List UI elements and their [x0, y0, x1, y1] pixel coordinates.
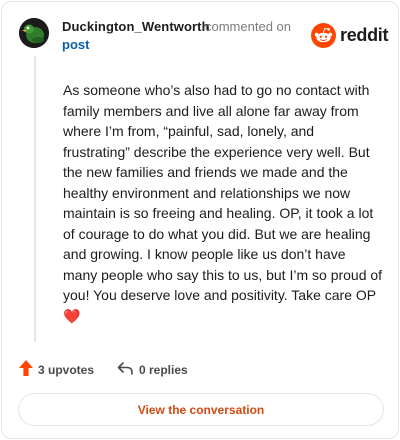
reddit-snoo-icon [311, 22, 336, 48]
reddit-wordmark: reddit [340, 24, 389, 45]
replies-action[interactable]: 0 replies [117, 361, 188, 379]
post-link[interactable]: post [62, 37, 89, 52]
comment-body-text: As someone who’s also had to go no conta… [63, 82, 383, 303]
upvote-count: 3 upvotes [38, 363, 95, 377]
comment-embed-card: Duckington_Wentworth commented on post r… [1, 1, 399, 439]
reddit-brand[interactable]: reddit [311, 22, 389, 48]
view-conversation-button[interactable]: View the conversation [18, 393, 384, 426]
heart-emoji: ❤️ [63, 307, 81, 324]
upvote-action[interactable]: 3 upvotes [19, 359, 95, 381]
reply-arrow-icon [117, 361, 133, 380]
thread-line [34, 56, 36, 342]
upvote-arrow-icon[interactable] [19, 359, 33, 381]
comment-body: As someone who’s also had to go no conta… [63, 80, 383, 326]
comment-author[interactable]: Duckington_Wentworth [62, 19, 210, 34]
commented-on-text: commented on [205, 19, 291, 34]
user-avatar[interactable] [19, 18, 49, 48]
reply-count: 0 replies [139, 363, 188, 377]
